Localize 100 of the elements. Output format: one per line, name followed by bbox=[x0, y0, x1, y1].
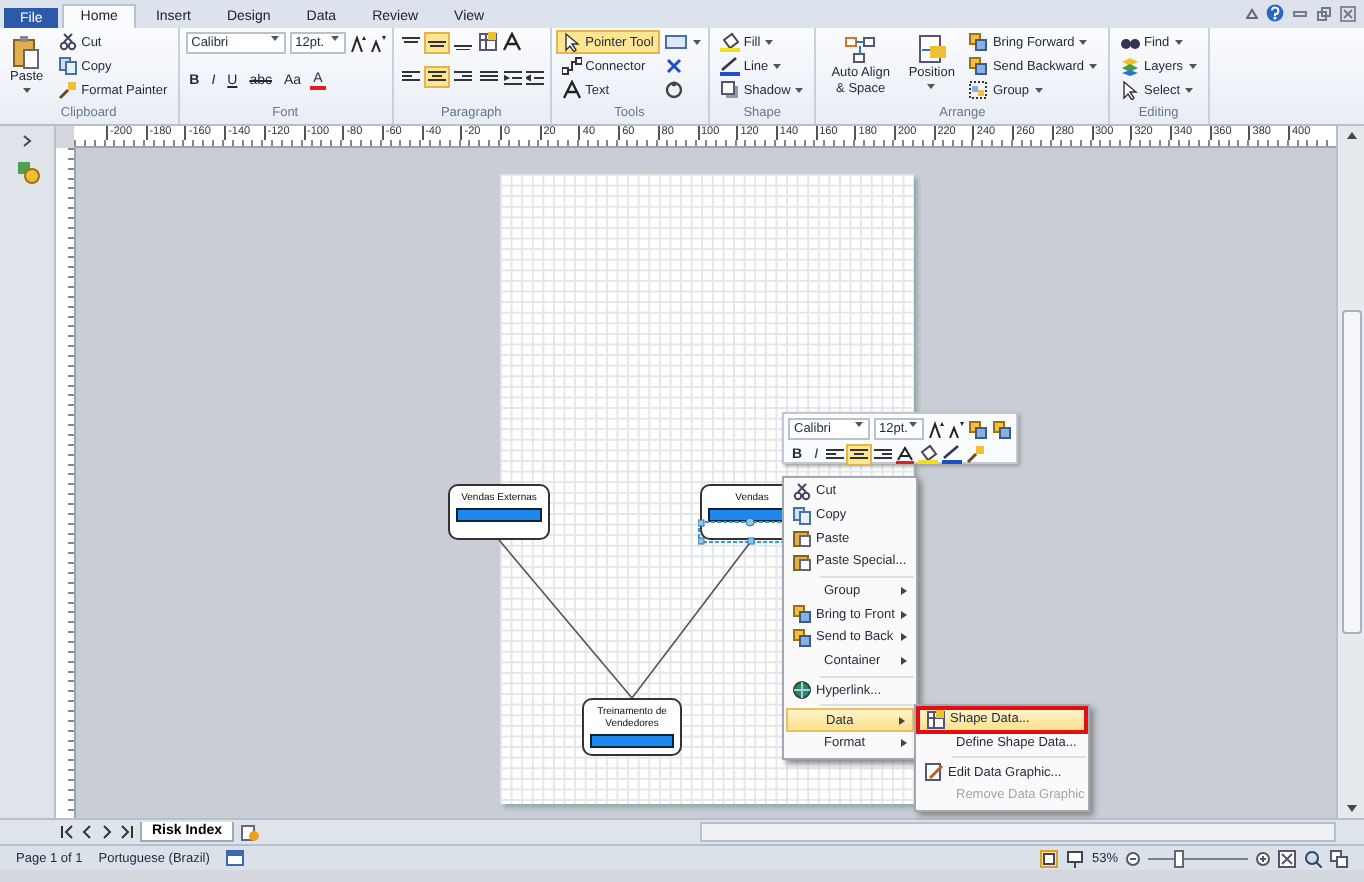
bucket-icon bbox=[719, 32, 740, 52]
indent-icon[interactable] bbox=[503, 68, 522, 86]
caret-icon bbox=[908, 420, 918, 428]
arrow-icon bbox=[1120, 80, 1140, 100]
align-button[interactable] bbox=[425, 33, 448, 51]
align-icon bbox=[401, 35, 420, 49]
scissors-icon bbox=[57, 32, 78, 52]
shapes-icon[interactable] bbox=[15, 160, 39, 184]
shrink-font-icon[interactable] bbox=[948, 420, 964, 438]
align-icon bbox=[479, 70, 498, 84]
align-button[interactable] bbox=[399, 68, 422, 86]
align-icon bbox=[401, 70, 420, 84]
macro-icon[interactable] bbox=[225, 850, 244, 866]
zoom-in-icon[interactable] bbox=[1256, 851, 1270, 865]
paste-icon bbox=[792, 551, 816, 572]
align-button[interactable] bbox=[451, 68, 474, 86]
line-icon bbox=[719, 56, 740, 76]
grow-font-icon[interactable] bbox=[928, 420, 944, 438]
copy-icon bbox=[792, 505, 816, 526]
table-icon bbox=[926, 709, 950, 730]
paste-icon bbox=[792, 528, 816, 549]
minimize-icon[interactable] bbox=[1292, 5, 1308, 21]
bring-forward-icon bbox=[968, 419, 988, 439]
scroll-up-icon[interactable] bbox=[1345, 130, 1357, 140]
align-shapes-icon bbox=[844, 34, 877, 66]
align-button[interactable] bbox=[477, 68, 500, 86]
caret-icon bbox=[329, 34, 340, 42]
line-icon bbox=[942, 444, 963, 464]
caret-icon bbox=[1173, 38, 1184, 46]
caret-icon bbox=[1088, 62, 1098, 70]
submenu-arrow-icon bbox=[900, 632, 908, 643]
font-color-icon[interactable] bbox=[896, 445, 915, 463]
shadow-icon bbox=[719, 80, 740, 100]
rotate-icon[interactable] bbox=[663, 80, 684, 100]
scroll-down-icon[interactable] bbox=[1345, 804, 1357, 814]
nav-arrow-icon[interactable] bbox=[120, 824, 134, 840]
align-button[interactable] bbox=[848, 445, 871, 463]
close-icon[interactable] bbox=[1340, 5, 1356, 21]
caret-icon bbox=[691, 38, 702, 46]
caret-icon bbox=[1184, 86, 1195, 94]
clipboard-icon bbox=[12, 34, 41, 70]
align-icon[interactable] bbox=[874, 447, 893, 461]
submenu-arrow-icon bbox=[898, 715, 906, 726]
align-icon bbox=[453, 70, 472, 84]
scissors-icon bbox=[792, 481, 816, 502]
format-painter-icon bbox=[966, 444, 987, 464]
send-backward-icon bbox=[992, 419, 1012, 439]
caret-up-icon[interactable] bbox=[1246, 7, 1258, 19]
caret-icon bbox=[926, 82, 937, 90]
brush-icon bbox=[57, 80, 78, 100]
page-view-icon[interactable] bbox=[1039, 849, 1058, 867]
align-button[interactable] bbox=[425, 68, 448, 86]
caret-icon bbox=[772, 62, 783, 70]
submenu-arrow-icon bbox=[900, 609, 908, 620]
text-direction-icon bbox=[501, 32, 522, 52]
caret-icon bbox=[794, 86, 805, 94]
caret-icon bbox=[764, 38, 775, 46]
nav-arrow-icon[interactable] bbox=[60, 824, 74, 840]
align-icon bbox=[427, 70, 446, 84]
stack-icon bbox=[792, 604, 816, 625]
caret-icon bbox=[853, 420, 864, 428]
restore-icon[interactable] bbox=[1316, 5, 1332, 21]
caret-icon bbox=[21, 86, 32, 94]
switch-windows-icon[interactable] bbox=[1330, 849, 1348, 867]
slider-thumb[interactable] bbox=[1174, 849, 1184, 867]
submenu-arrow-icon bbox=[900, 656, 908, 667]
stack-icon bbox=[968, 56, 989, 76]
chevron-icon[interactable] bbox=[21, 134, 33, 148]
arrow-icon bbox=[561, 32, 582, 52]
indent-icon[interactable] bbox=[525, 68, 544, 86]
zoom-out-icon[interactable] bbox=[1126, 851, 1140, 865]
x-icon[interactable] bbox=[663, 56, 684, 76]
align-icon bbox=[427, 35, 446, 49]
connector-icon bbox=[561, 56, 582, 76]
copy-icon bbox=[57, 56, 78, 76]
group-icon bbox=[968, 80, 989, 100]
layers-icon bbox=[1120, 56, 1140, 76]
position-icon bbox=[915, 34, 948, 66]
align-icon[interactable] bbox=[826, 447, 845, 461]
shrink-font-icon[interactable] bbox=[369, 34, 386, 52]
insert-page-icon[interactable] bbox=[240, 823, 261, 841]
grow-font-icon[interactable] bbox=[349, 34, 366, 52]
horizontal-scrollbar[interactable] bbox=[700, 822, 1336, 842]
pencil-icon bbox=[924, 762, 948, 783]
pan-zoom-icon[interactable] bbox=[1304, 849, 1322, 867]
caret-icon bbox=[1187, 62, 1198, 70]
globe-icon bbox=[792, 680, 816, 701]
stack-icon bbox=[792, 627, 816, 648]
fit-page-icon[interactable] bbox=[1278, 849, 1296, 867]
caret-icon bbox=[269, 34, 280, 42]
submenu-arrow-icon bbox=[900, 586, 908, 597]
stack-icon bbox=[968, 32, 989, 52]
rectangle-icon[interactable] bbox=[663, 32, 688, 52]
align-icon bbox=[850, 447, 869, 461]
submenu-arrow-icon bbox=[900, 738, 908, 749]
scrollbar-thumb[interactable] bbox=[1341, 310, 1361, 634]
help-icon[interactable] bbox=[1266, 4, 1284, 22]
presentation-icon[interactable] bbox=[1065, 849, 1084, 867]
caret-icon bbox=[1078, 38, 1089, 46]
caret-icon bbox=[1033, 86, 1044, 94]
